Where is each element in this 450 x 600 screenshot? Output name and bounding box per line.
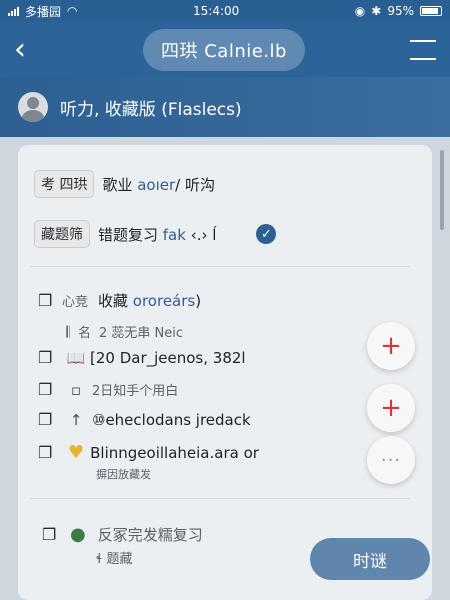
wrong-label-a: 错题复习 — [98, 225, 163, 244]
list-item[interactable]: ❐ ♥ Blinngeoillaheia.ara or — [38, 442, 259, 463]
location-icon: ◉ — [354, 4, 366, 18]
audio-icon: 𝄃 — [66, 322, 70, 341]
wrong-label: 错题复习 fak ‹.› ĺ — [98, 224, 216, 245]
wrong-tag[interactable]: 藏题筛 — [34, 220, 90, 248]
app-header: ‹ 四珙 Calnie.lb — [0, 22, 450, 77]
item-title: 收藏 ororeárs) — [98, 290, 201, 311]
wrong-label-b: fak — [162, 225, 186, 244]
divider — [30, 266, 410, 267]
scrollbar[interactable] — [440, 150, 444, 230]
exam-label-b: aoıer — [137, 175, 176, 194]
user-icon: ● — [70, 524, 86, 545]
add-button[interactable]: + — [367, 322, 415, 370]
list-item[interactable]: 𝄃 名 2 蕊无串 Neic — [58, 322, 184, 342]
status-time: 15:4:00 — [193, 4, 240, 18]
footer-title: 反冢完发糯复习 — [97, 526, 203, 544]
check-icon[interactable]: ✓ — [256, 224, 277, 244]
checkbox-icon[interactable]: ❐ — [38, 410, 54, 429]
item-title-a: 收藏 — [98, 292, 133, 310]
item-title: 2日知手个用白 — [92, 384, 179, 399]
exam-label-a: 歌业 — [102, 175, 138, 194]
checkbox-icon[interactable]: ❐ — [38, 291, 54, 310]
footer-subtitle: ɬ 题藏 — [96, 552, 133, 567]
item-subtitle-row: 摒因放藏发 — [96, 466, 151, 482]
item-prefix: 心竞 — [62, 295, 89, 310]
exam-label: 歌业 aoıer/ 听沟 — [102, 174, 215, 195]
filter-row-exam[interactable]: 考 四珙 歌业 aoıer/ 听沟 — [34, 170, 215, 198]
checkbox-icon[interactable]: ❐ — [38, 348, 54, 367]
more-button[interactable]: ··· — [367, 436, 415, 484]
checkbox-icon[interactable]: ❐ — [42, 525, 58, 544]
battery-percent: 95% — [387, 4, 414, 18]
item-prefix: 名 — [78, 326, 92, 341]
status-bar: 多播园 ◠ 15:4:00 ◉ ✱ 95% — [0, 0, 450, 22]
item-subtitle: 摒因放藏发 — [96, 468, 151, 481]
back-button[interactable]: ‹ — [14, 34, 38, 65]
action-button[interactable]: 时谜 — [310, 538, 430, 580]
page-title: 四珙 Calnie.lb — [143, 28, 305, 71]
item-title: 2 蕊无串 Neic — [99, 326, 184, 341]
checkbox-icon[interactable]: ❐ — [38, 443, 54, 462]
up-arrow-icon: ↑ — [69, 410, 83, 429]
checkbox-icon[interactable]: ❐ — [38, 380, 54, 399]
section-title: 听力, 收藏版 (Flaslecs) — [60, 99, 242, 120]
item-title-c: ) — [195, 292, 202, 310]
filter-row-wrong[interactable]: 藏题筛 错题复习 fak ‹.› ĺ ✓ — [34, 220, 277, 248]
wifi-icon: ◠ — [67, 4, 78, 18]
exam-label-c: / 听沟 — [175, 175, 215, 194]
list-item[interactable]: ❐ 心竞 收藏 ororeárs) — [38, 290, 201, 311]
list-item[interactable]: ❐ ↑ ⑩eheclodans jredack — [38, 410, 251, 429]
wrong-label-c: ‹.› ĺ — [185, 225, 217, 244]
item-title: Blinngeoillaheia.ara or — [90, 443, 259, 462]
book-icon: 📖 — [66, 348, 86, 367]
section-header: 听力, 收藏版 (Flaslecs) — [0, 77, 450, 137]
carrier-label: 多播园 — [25, 4, 62, 19]
footer-subrow: ɬ 题藏 — [96, 548, 132, 567]
divider — [30, 498, 410, 499]
exam-tag[interactable]: 考 四珙 — [34, 170, 95, 198]
image-icon: ▫ — [70, 380, 82, 399]
item-title: [20 Dar_jeenos, 382l — [90, 348, 246, 367]
list-item[interactable]: ❐ ▫ 2日知手个用白 — [38, 380, 178, 399]
add-button[interactable]: + — [367, 384, 415, 432]
item-title: ⑩eheclodans jredack — [92, 410, 251, 429]
list-item[interactable]: ❐ 📖 [20 Dar_jeenos, 382l — [38, 348, 246, 367]
heart-icon: ♥ — [68, 442, 85, 463]
footer-item[interactable]: ❐ ● 反冢完发糯复习 — [42, 524, 203, 545]
menu-icon[interactable] — [409, 39, 436, 60]
signal-icon — [8, 6, 19, 16]
bluetooth-icon: ✱ — [371, 4, 382, 18]
item-title-b: ororeárs — [132, 292, 196, 310]
battery-icon — [419, 6, 442, 16]
avatar[interactable] — [18, 92, 48, 122]
